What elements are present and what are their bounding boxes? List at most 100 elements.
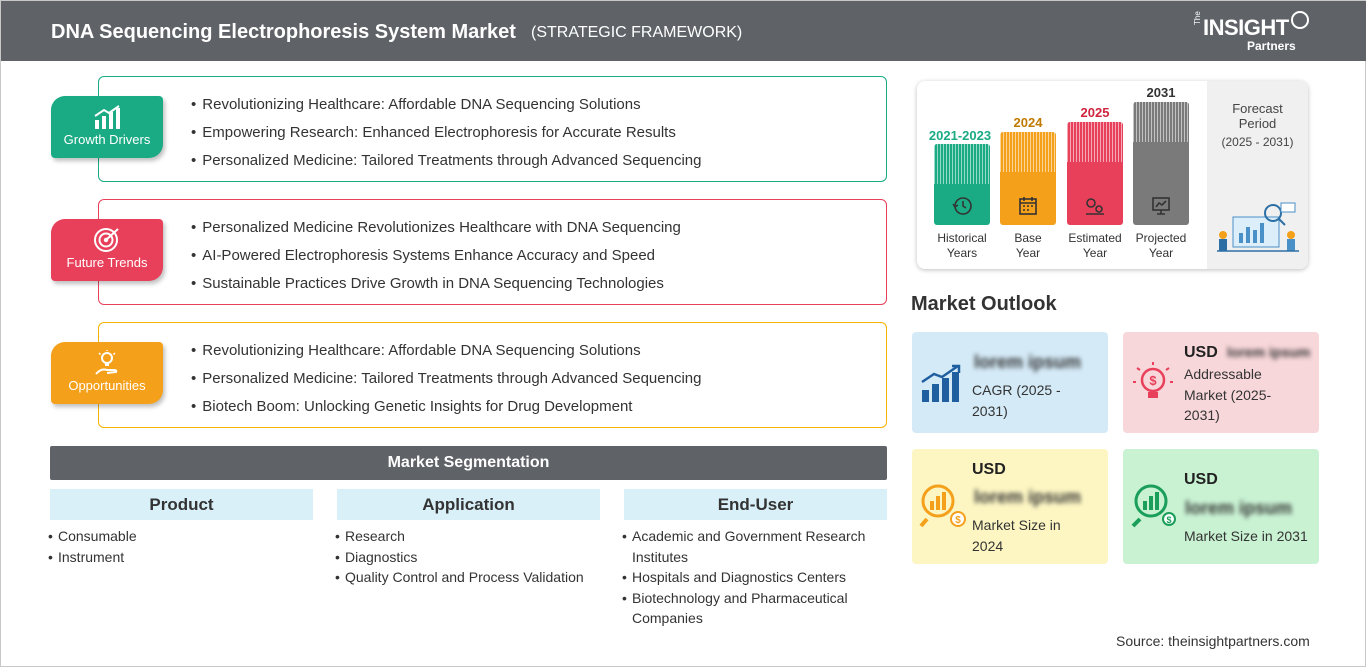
estimated-caption-line2: Year xyxy=(1082,246,1108,260)
addressable-label-line3: 2031) xyxy=(1184,407,1220,423)
growth-drivers-list: Revolutionizing Healthcare: Affordable D… xyxy=(191,95,701,179)
list-item: AI-Powered Electrophoresis Systems Enhan… xyxy=(191,246,681,274)
list-item-continuation: Institutes xyxy=(622,547,865,568)
base-caption-line2: Year xyxy=(1015,246,1041,260)
list-item: Empowering Research: Enhanced Electropho… xyxy=(191,123,701,151)
list-item: Research xyxy=(335,526,584,547)
logo-the-text: The xyxy=(1193,11,1202,25)
cagr-label-line2: 2031) xyxy=(972,402,1008,419)
market-size-2024-card: $ USD lorem ipsum Market Size in 2024 xyxy=(912,449,1108,564)
end-user-list: Academic and Government Research Institu… xyxy=(622,526,865,629)
growth-drivers-badge: Growth Drivers xyxy=(51,96,163,158)
projected-caption-line1: Projected xyxy=(1135,231,1187,245)
page-subtitle: (STRATEGIC FRAMEWORK) xyxy=(531,24,743,41)
addressable-label-line2: Market (2025- xyxy=(1184,386,1272,403)
page-title: DNA Sequencing Electrophoresis System Ma… xyxy=(51,21,516,43)
list-item-continuation-text: Institutes xyxy=(632,548,689,565)
future-trends-label: Future Trends xyxy=(66,255,148,270)
market-size-2031-card: $ USD lorem ipsum Market Size in 2031 xyxy=(1123,449,1319,564)
logo-insight-text: INSIGHT xyxy=(1203,15,1289,40)
list-item: Revolutionizing Healthcare: Affordable D… xyxy=(191,95,701,123)
magnifier-dollar-chart-icon: $ xyxy=(919,484,966,528)
estimated-year-label: 2025 xyxy=(1080,105,1110,120)
list-item: Personalized Medicine: Tailored Treatmen… xyxy=(191,369,701,397)
application-heading: Application xyxy=(337,489,600,520)
list-item: Biotech Boom: Unlocking Genetic Insights… xyxy=(191,397,701,425)
cagr-label: CAGR (2025 - 2031) xyxy=(972,380,1061,421)
list-item: Biotechnology and Pharmaceutical xyxy=(622,588,865,609)
estimated-caption: Estimated Year xyxy=(1061,231,1129,261)
list-item: Academic and Government Research xyxy=(622,526,865,547)
bar-stripes xyxy=(1067,122,1123,162)
base-bar xyxy=(1000,132,1056,225)
projected-year-label: 2031 xyxy=(1146,85,1176,100)
dollar-bulb-icon: $ xyxy=(1133,362,1173,398)
base-year-label: 2024 xyxy=(1013,115,1043,130)
estimated-bar xyxy=(1067,122,1123,225)
market-size-2024-value: lorem ipsum xyxy=(974,487,1082,507)
list-item: Revolutionizing Healthcare: Affordable D… xyxy=(191,341,701,369)
historical-caption-line2: Years xyxy=(946,246,978,260)
forecast-range: (2025 - 2031) xyxy=(1221,135,1294,149)
target-icon xyxy=(94,228,119,252)
svg-text:$: $ xyxy=(955,515,961,526)
bar-stripes xyxy=(934,144,990,184)
bar-stripes xyxy=(1133,102,1189,142)
growth-drivers-box: Revolutionizing Healthcare: Affordable D… xyxy=(98,76,887,182)
insight-partners-logo: The INSIGHT Partners xyxy=(1191,11,1311,55)
forecast-title-line1: Forecast xyxy=(1232,101,1283,116)
opportunities-badge: Opportunities xyxy=(51,342,163,404)
opportunities-label: Opportunities xyxy=(68,378,146,393)
source-note: Source: theinsightpartners.com xyxy=(1116,633,1310,649)
market-size-2031-value: lorem ipsum xyxy=(1185,498,1293,518)
cagr-card: lorem ipsum CAGR (2025 - 2031) xyxy=(912,332,1108,433)
analyst-illustration-icon xyxy=(1217,202,1299,252)
svg-text:$: $ xyxy=(1166,515,1171,525)
growth-drivers-label: Growth Drivers xyxy=(63,132,151,147)
list-item: Diagnostics xyxy=(335,547,584,568)
forecast-title: Forecast Period xyxy=(1207,101,1308,131)
logo-ring-icon xyxy=(1291,11,1309,29)
historical-bar xyxy=(934,144,990,225)
bar-chart-growth-icon xyxy=(94,105,120,129)
addressable-label-line1: Addressable xyxy=(1184,366,1262,382)
forecast-title-line2: Period xyxy=(1238,116,1277,131)
base-caption: Base Year xyxy=(997,231,1059,261)
market-size-2031-usd: USD xyxy=(1184,471,1218,488)
list-item: Quality Control and Process Validation xyxy=(335,567,584,588)
historical-caption-line1: Historical xyxy=(937,231,987,245)
page: DNA Sequencing Electrophoresis System Ma… xyxy=(0,0,1366,667)
projected-bar xyxy=(1133,102,1189,225)
forecast-timeline-card: Forecast Period (2025 - 2031) 2021-2023 … xyxy=(917,81,1308,269)
presentation-board-icon xyxy=(1152,197,1170,215)
logo-partners-text: Partners xyxy=(1247,39,1296,53)
gears-chart-icon xyxy=(1086,198,1104,215)
projected-caption-line2: Year xyxy=(1148,246,1174,260)
addressable-usd: USD xyxy=(1184,344,1218,361)
historical-year-label: 2021-2023 xyxy=(928,128,992,143)
application-list: Research Diagnostics Quality Control and… xyxy=(335,526,584,588)
addressable-label: Addressable Market (2025- 2031) xyxy=(1184,364,1271,426)
list-item: Personalized Medicine: Tailored Treatmen… xyxy=(191,151,701,179)
forecast-period-panel: Forecast Period (2025 - 2031) xyxy=(1207,81,1308,269)
cagr-value: lorem ipsum xyxy=(974,352,1082,372)
addressable-market-card: $ USD lorem ipsum Addressable Market (20… xyxy=(1123,332,1319,433)
base-caption-line1: Base xyxy=(1014,231,1042,245)
list-item: Personalized Medicine Revolutionizes Hea… xyxy=(191,218,681,246)
market-size-2024-label-line2: 2024 xyxy=(972,537,1004,554)
projected-caption: Projected Year xyxy=(1127,231,1195,261)
future-trends-badge: Future Trends xyxy=(51,219,163,281)
history-clock-icon xyxy=(952,197,972,215)
opportunities-box: Revolutionizing Healthcare: Affordable D… xyxy=(98,322,887,428)
lightbulb-hand-icon xyxy=(95,350,118,375)
market-size-2024-label: Market Size in 2024 xyxy=(972,515,1061,556)
svg-text:$: $ xyxy=(1149,373,1157,388)
bar-stripes xyxy=(1000,132,1056,172)
list-item: Hospitals and Diagnostics Centers xyxy=(622,567,865,588)
growth-chart-icon xyxy=(921,364,961,402)
product-list: Consumable Instrument xyxy=(48,526,137,567)
product-heading: Product xyxy=(50,489,313,520)
market-size-2024-label-line1: Market Size in xyxy=(972,517,1061,533)
future-trends-box: Personalized Medicine Revolutionizes Hea… xyxy=(98,199,887,305)
estimated-caption-line1: Estimated xyxy=(1068,231,1122,245)
